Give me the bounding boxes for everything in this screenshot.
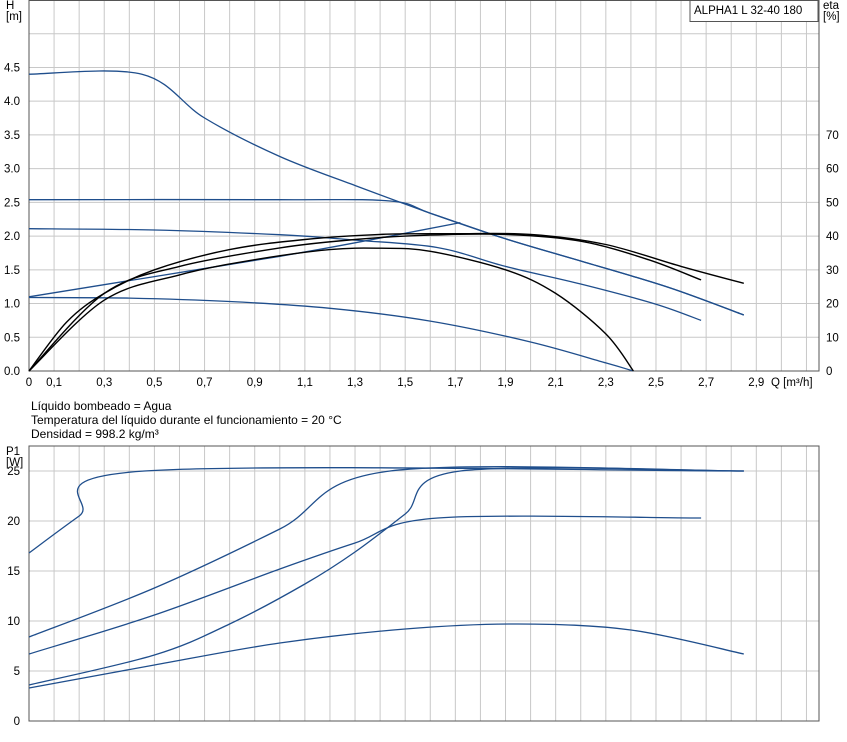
q-x-tick-label: 2,5 <box>648 377 664 389</box>
eta-y-tick-label: 70 <box>826 130 839 142</box>
pumped-liquid-note: Líquido bombeado = Agua <box>31 399 172 413</box>
eta-y-tick-label: 0 <box>826 366 832 378</box>
eta-y-tick-label: 20 <box>826 299 839 311</box>
head-y-tick-label: 0.5 <box>4 332 20 344</box>
q-x-tick-label: 0,3 <box>96 377 112 389</box>
power-curve <box>28 467 744 686</box>
head-curve <box>28 70 745 316</box>
power-curve <box>28 623 744 689</box>
head-y-tick-label: 2.0 <box>4 231 20 243</box>
q-x-tick-label: 2,9 <box>748 377 764 389</box>
power-curve <box>28 467 744 554</box>
head-y-tick-label: 4.5 <box>4 62 20 74</box>
head-curve <box>28 296 634 372</box>
head-y-tick-label: 1.5 <box>4 265 20 277</box>
q-axis-label: Q [m³/h] <box>771 377 813 389</box>
head-y-tick-label: 3.0 <box>4 164 20 176</box>
eta-y-tick-label: 50 <box>826 197 839 209</box>
density-note: Densidad = 998.2 kg/m³ <box>31 427 159 441</box>
head-efficiency-curve <box>28 232 744 372</box>
power-chart-frame <box>28 445 820 722</box>
liquid-temperature-note: Temperatura del líquido durante el funci… <box>31 413 342 427</box>
chart-title-box: ALPHA1 L 32-40 180 <box>689 0 819 22</box>
power-y-tick-label: 5 <box>14 666 20 678</box>
head-y-tick-label: 2.5 <box>4 197 20 209</box>
q-x-tick-label: 1,9 <box>498 377 514 389</box>
power-y-tick-label: 10 <box>7 616 20 628</box>
q-x-tick-label: 2,3 <box>598 377 614 389</box>
chart-title: ALPHA1 L 32-40 180 <box>694 5 802 17</box>
power-y-tick-label: 0 <box>14 716 20 728</box>
q-x-tick-label: 0,9 <box>247 377 263 389</box>
head-chart-frame <box>28 0 820 372</box>
eta-y-tick-label: 60 <box>826 164 839 176</box>
q-x-tick-label: 2,7 <box>698 377 714 389</box>
head-efficiency-curve <box>28 247 634 372</box>
q-x-tick-label: 2,1 <box>548 377 564 389</box>
head-y-tick-label: 3.5 <box>4 130 20 142</box>
head-y-tick-label: 4.0 <box>4 96 20 108</box>
power-chart-curves <box>28 466 744 689</box>
q-x-tick-label: 0 <box>26 377 32 389</box>
power-chart-grid <box>28 445 820 722</box>
q-x-tick-label: 0,7 <box>197 377 213 389</box>
q-x-tick-label: 1,7 <box>447 377 463 389</box>
power-y-tick-label: 20 <box>7 516 20 528</box>
q-x-tick-label: 0,1 <box>46 377 62 389</box>
q-x-tick-label: 1,1 <box>297 377 313 389</box>
eta-y-tick-label: 10 <box>826 332 839 344</box>
q-x-tick-label: 1,3 <box>347 377 363 389</box>
head-y-tick-label: 0.0 <box>4 366 20 378</box>
eta-axis-label: [%] <box>823 11 840 23</box>
power-y-tick-label: 25 <box>7 466 20 478</box>
eta-y-tick-label: 40 <box>826 231 839 243</box>
q-x-tick-label: 0,5 <box>146 377 162 389</box>
power-y-tick-label: 15 <box>7 566 20 578</box>
head-axis-label: [m] <box>6 11 22 23</box>
q-x-tick-label: 1,5 <box>397 377 413 389</box>
power-curve <box>28 466 744 638</box>
head-chart-grid <box>28 0 820 372</box>
pump-performance-figure: 0.0 0.5 1.0 1.5 2.0 2.5 3.0 3.5 4.0 4.5 0 10 20 30 40 5… <box>4 0 840 728</box>
eta-y-tick-label: 30 <box>826 265 839 277</box>
head-y-tick-label: 1.0 <box>4 299 20 311</box>
head-chart-curves <box>28 70 745 372</box>
